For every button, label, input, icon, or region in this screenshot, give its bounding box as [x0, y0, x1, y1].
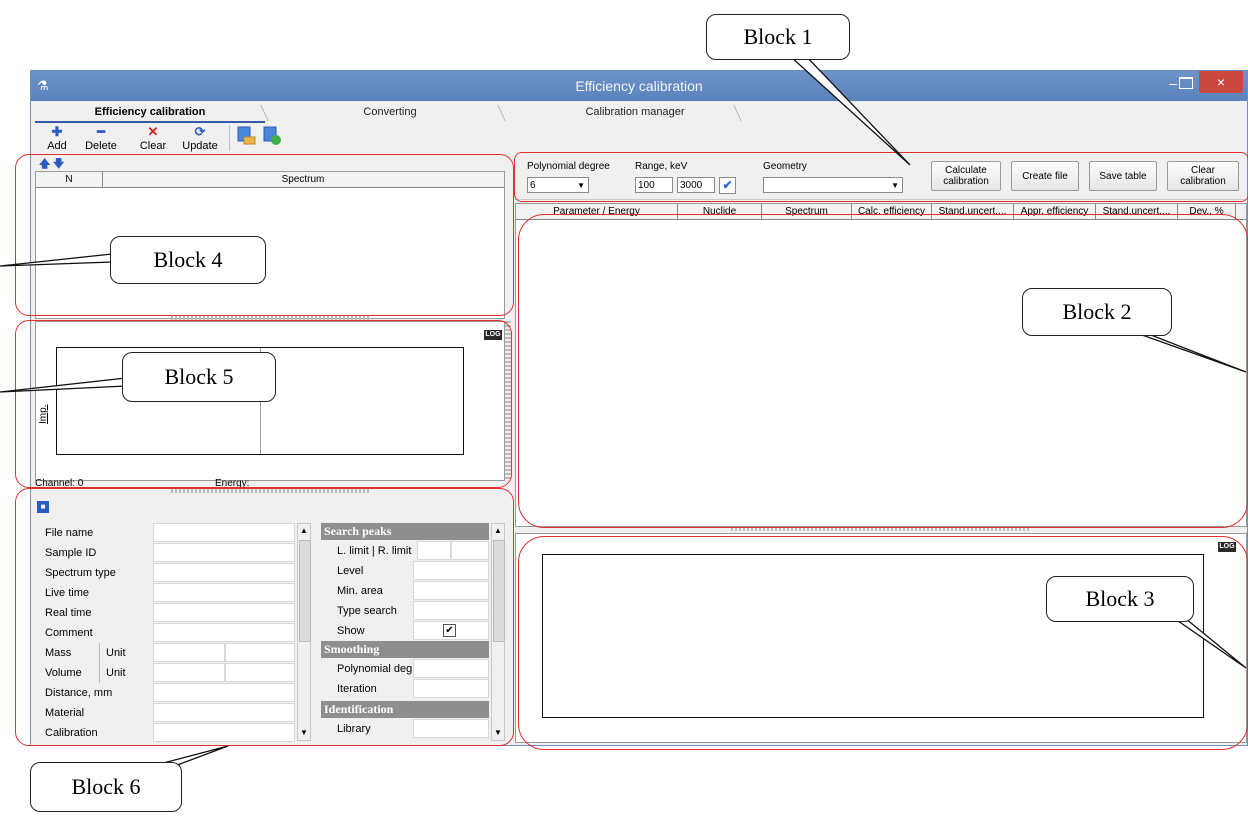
block6-callout: Block 6 [30, 762, 182, 812]
block5-callout: Block 5 [122, 352, 276, 402]
block1-callout: Block 1 [706, 14, 850, 60]
block3-callout: Block 3 [1046, 576, 1194, 622]
block2-callout: Block 2 [1022, 288, 1172, 336]
callout-pointers [0, 55, 1247, 771]
block4-callout: Block 4 [110, 236, 266, 284]
